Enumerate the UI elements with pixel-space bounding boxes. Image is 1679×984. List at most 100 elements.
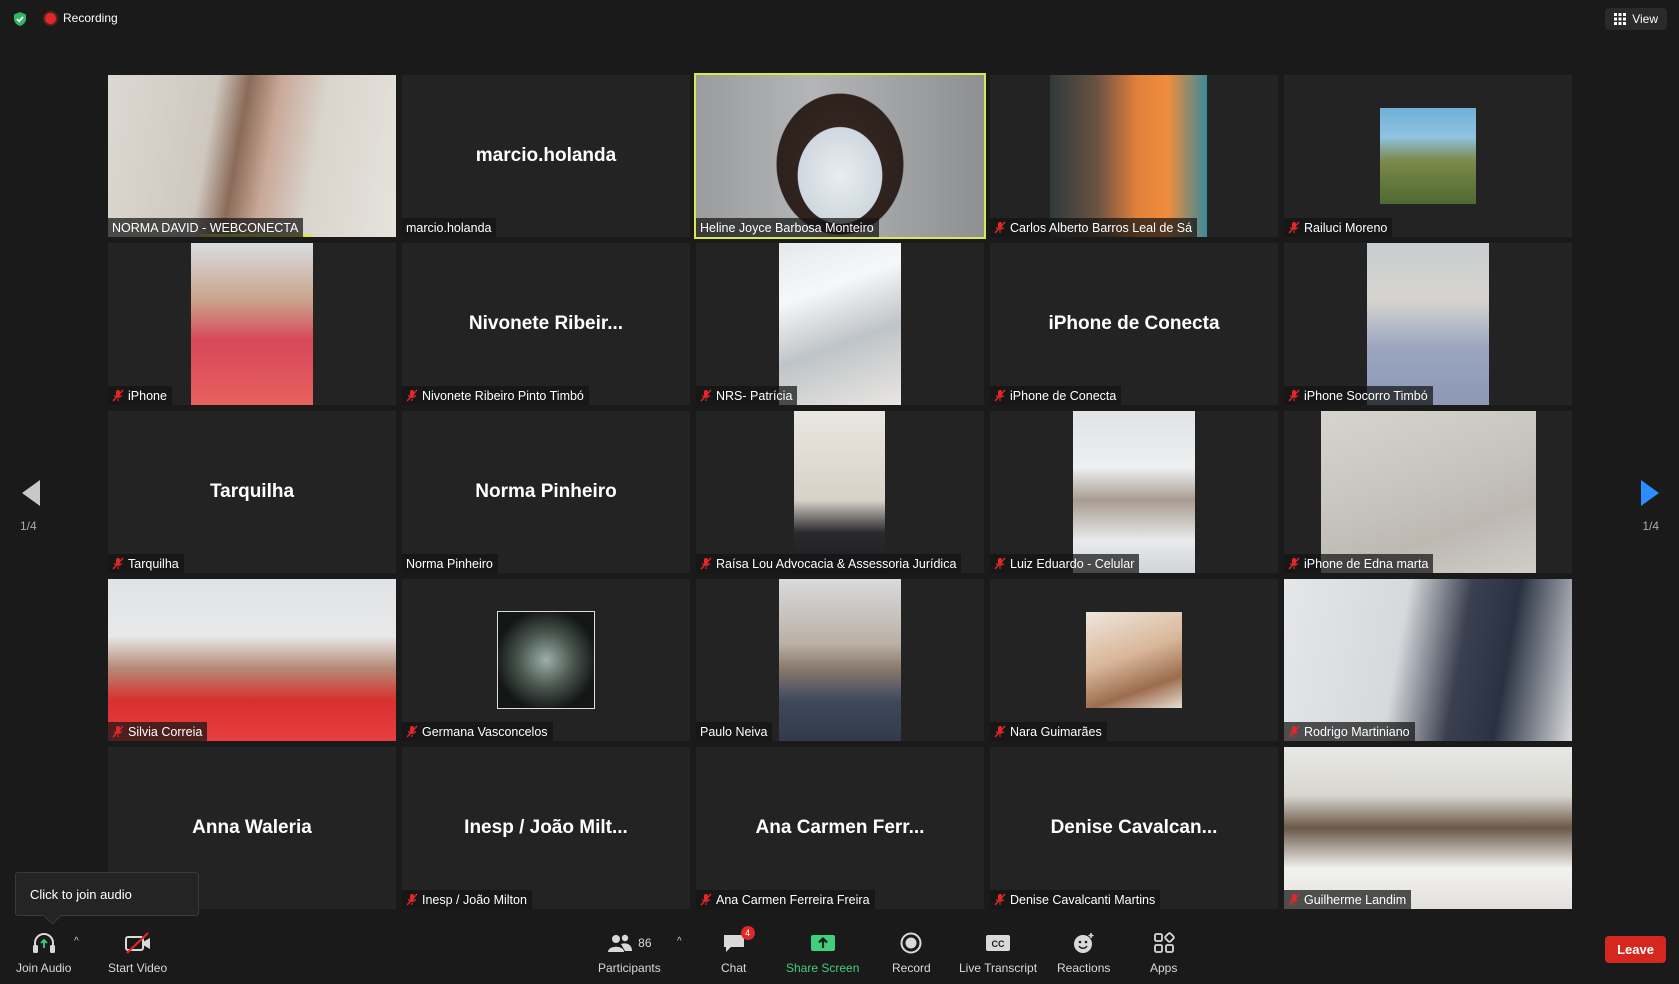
chat-button[interactable]: 4 Chat [721,926,755,975]
participant-name-label: NRS- Patrícia [696,386,798,405]
participant-tile[interactable]: Inesp / João Milt... Inesp / João Milton [402,747,690,909]
participant-tile[interactable]: Raísa Lou Advocacia & Assessoria Jurídic… [696,411,984,573]
participant-tile[interactable]: iPhone de Conecta iPhone de Conecta [990,243,1278,405]
participant-name-label: Inesp / João Milton [402,890,532,909]
participant-name-label: Guilherme Landim [1284,890,1412,909]
apps-label: Apps [1150,961,1178,975]
participant-name-label: iPhone de Conecta [990,386,1122,405]
participants-label: Participants [598,961,661,975]
participant-name-label: Paulo Neiva [696,722,773,741]
participant-name-label: NORMA DAVID - WEBCONECTA [108,218,304,237]
muted-mic-icon [406,725,418,738]
participants-options-chevron-up-icon[interactable]: ^ [677,936,682,947]
start-video-label: Start Video [108,961,168,975]
share-screen-button[interactable]: Share Screen [786,930,859,975]
record-button[interactable]: Record [892,930,931,975]
participant-avatar [497,611,595,709]
participant-video [1073,411,1195,573]
participant-avatar [1086,612,1182,708]
audio-options-chevron-up-icon[interactable]: ^ [74,936,79,947]
view-label: View [1632,12,1658,26]
participants-icon [608,934,633,952]
participant-tile[interactable]: Ana Carmen Ferr... Ana Carmen Ferreira F… [696,747,984,909]
participant-tile[interactable]: Rodrigo Martiniano [1284,579,1572,741]
participant-tile[interactable]: iPhone [108,243,396,405]
start-video-button[interactable]: Start Video [108,930,167,975]
participant-display-name: Tarquilha [209,481,295,502]
muted-mic-icon [700,557,712,570]
participant-tile[interactable]: Luiz Eduardo - Celular [990,411,1278,573]
participants-count: 86 [638,936,652,950]
participant-video [779,243,901,405]
share-screen-label: Share Screen [786,961,860,975]
participant-video [779,579,901,741]
live-transcript-button[interactable]: CC Live Transcript [959,930,1037,975]
participant-tile[interactable]: iPhone de Edna marta [1284,411,1572,573]
reactions-button[interactable]: Reactions [1057,930,1110,975]
participant-tile[interactable]: Norma Pinheiro Norma Pinheiro [402,411,690,573]
participant-name-label: Heline Joyce Barbosa Monteiro [696,218,879,237]
participant-tile[interactable]: Railuci Moreno [1284,75,1572,237]
participant-tile[interactable]: Denise Cavalcan... Denise Cavalcanti Mar… [990,747,1278,909]
participant-tile[interactable]: marcio.holanda marcio.holanda [402,75,690,237]
participant-name-label: Denise Cavalcanti Martins [990,890,1161,909]
participant-tile-active-speaker[interactable]: Heline Joyce Barbosa Monteiro [694,73,986,239]
muted-mic-icon [112,389,124,402]
muted-mic-icon [994,893,1006,906]
participant-display-name: Denise Cavalcan... [1050,817,1218,838]
participant-tile[interactable]: Paulo Neiva [696,579,984,741]
participant-name-label: Nivonete Ribeiro Pinto Timbó [402,386,589,405]
muted-mic-icon [994,389,1006,402]
participant-name-label: iPhone Socorro Timbó [1284,386,1433,405]
recording-indicator[interactable]: Recording [45,11,118,25]
participant-name-label: iPhone [108,386,172,405]
participant-tile[interactable]: NRS- Patrícia [696,243,984,405]
participant-tile[interactable]: Nara Guimarães [990,579,1278,741]
reactions-label: Reactions [1057,961,1111,975]
participants-button[interactable]: 86 Participants [598,930,661,975]
participant-name-label: Germana Vasconcelos [402,722,553,741]
participant-tile[interactable]: Germana Vasconcelos [402,579,690,741]
apps-icon [1153,932,1175,953]
muted-mic-icon [112,725,124,738]
record-icon [900,932,922,954]
participant-video [794,411,885,573]
chat-label: Chat [721,961,747,975]
participant-name-label: Luiz Eduardo - Celular [990,554,1140,573]
live-transcript-label: Live Transcript [959,961,1038,975]
participant-name-label: Raísa Lou Advocacia & Assessoria Jurídic… [696,554,962,573]
participant-video [108,579,396,741]
meeting-toolbar: Join Audio ^ Start Video 86 Participants… [0,924,1679,984]
participant-video [1284,747,1572,909]
video-off-icon [124,932,150,954]
closed-caption-icon: CC [986,935,1011,951]
muted-mic-icon [994,725,1006,738]
previous-page-arrow-icon[interactable] [18,478,44,508]
participant-name-label: Ana Carmen Ferreira Freira [696,890,875,909]
recording-dot-icon [45,12,56,24]
chat-unread-badge: 4 [740,926,755,940]
participant-display-name: Inesp / João Milt... [464,817,628,838]
muted-mic-icon [994,221,1006,234]
participant-tile[interactable]: Tarquilha Tarquilha [108,411,396,573]
participant-tile[interactable]: iPhone Socorro Timbó [1284,243,1572,405]
participant-tile[interactable]: NORMA DAVID - WEBCONECTA [108,75,396,237]
next-page-arrow-icon[interactable] [1637,478,1663,508]
join-audio-button[interactable]: Join Audio [16,930,71,975]
participant-name-label: marcio.holanda [402,218,497,237]
page-indicator-right: 1/4 [1642,519,1659,533]
svg-text:CC: CC [992,939,1005,949]
participant-tile[interactable]: Nivonete Ribeir... Nivonete Ribeiro Pint… [402,243,690,405]
muted-mic-icon [1288,725,1300,738]
join-audio-label: Join Audio [16,961,72,975]
participant-tile[interactable]: Silvia Correia [108,579,396,741]
participant-video [1367,243,1489,405]
leave-button[interactable]: Leave [1605,936,1666,963]
top-bar: Recording View [0,0,1679,38]
muted-mic-icon [406,893,418,906]
view-button[interactable]: View [1605,8,1667,30]
security-shield-icon[interactable] [12,11,28,27]
apps-button[interactable]: Apps [1150,930,1177,975]
participant-tile[interactable]: Carlos Alberto Barros Leal de Sá [990,75,1278,237]
participant-tile[interactable]: Guilherme Landim [1284,747,1572,909]
